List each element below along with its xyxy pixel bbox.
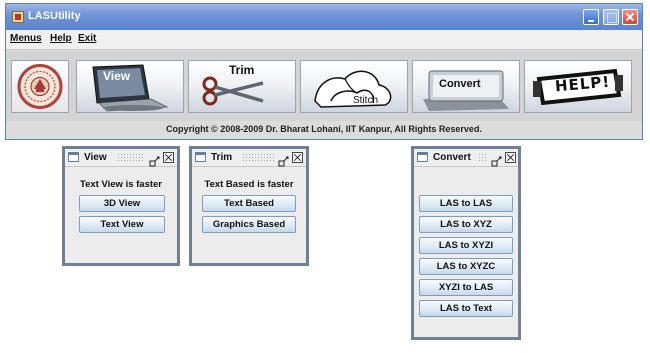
convert-frame-titlebar[interactable]: Convert: [414, 149, 518, 167]
trim-frame-titlebar[interactable]: Trim: [192, 149, 306, 167]
text-view-button[interactable]: Text View: [79, 216, 165, 233]
drag-grip: [242, 153, 276, 162]
frame-close-icon[interactable]: [505, 152, 516, 163]
maximize-button[interactable]: [603, 9, 619, 25]
convert-frame-title: Convert: [433, 152, 471, 163]
menu-exit[interactable]: Exit: [78, 33, 96, 44]
convert-tool-button[interactable]: Convert: [412, 60, 520, 113]
view-frame-info: Text View is faster: [79, 179, 163, 190]
las-to-xyzc-button[interactable]: LAS to XYZC: [419, 258, 513, 275]
menu-menus[interactable]: Menus: [10, 33, 42, 44]
3d-view-button[interactable]: 3D View: [79, 195, 165, 212]
institute-seal-logo: [11, 60, 69, 113]
toolbar: View Trim Stitch Convert HELP!: [6, 51, 642, 121]
help-tool-button[interactable]: HELP!: [524, 60, 632, 113]
title-bar[interactable]: LASUtility: [6, 4, 642, 30]
convert-internal-frame: Convert LAS to LAS LAS to XYZ LAS to XYZ…: [411, 146, 521, 340]
desktop: LASUtility Menus Help Exit View Trim Sti…: [0, 0, 650, 353]
frame-close-icon[interactable]: [292, 152, 303, 163]
frame-icon: [68, 152, 79, 162]
las-to-xyz-button[interactable]: LAS to XYZ: [419, 216, 513, 233]
las-to-las-button[interactable]: LAS to LAS: [419, 195, 513, 212]
trim-frame-info: Text Based is faster: [204, 179, 294, 190]
trim-internal-frame: Trim Text Based is faster Text Based Gra…: [189, 146, 309, 266]
drag-grip: [117, 153, 145, 162]
frame-icon: [195, 152, 206, 162]
close-button[interactable]: [622, 9, 638, 25]
app-icon: [12, 11, 24, 23]
stitch-tool-label: Stitch: [353, 95, 379, 106]
trim-tool-button[interactable]: Trim: [188, 60, 296, 113]
view-tool-label: View: [103, 69, 131, 83]
menu-exit-label: Exit: [78, 33, 97, 44]
menu-help[interactable]: Help: [50, 33, 72, 44]
menu-menus-label: Menus: [10, 33, 42, 44]
menu-bar: Menus Help Exit: [6, 30, 642, 50]
iconify-icon[interactable]: [491, 152, 502, 167]
view-tool-button[interactable]: View: [76, 60, 184, 113]
xyzi-to-las-button[interactable]: XYZI to LAS: [419, 279, 513, 296]
menu-help-label: Help: [50, 33, 72, 44]
copyright-footer: Copyright © 2008-2009 Dr. Bharat Lohani,…: [166, 124, 482, 134]
trim-tool-label: Trim: [229, 63, 255, 77]
iconify-icon[interactable]: [278, 152, 289, 167]
text-based-button[interactable]: Text Based: [202, 195, 296, 212]
frame-close-icon[interactable]: [163, 152, 174, 163]
trim-frame-title: Trim: [211, 152, 233, 163]
minimize-button[interactable]: [583, 9, 599, 25]
las-to-text-button[interactable]: LAS to Text: [419, 300, 513, 317]
main-window: LASUtility Menus Help Exit View Trim Sti…: [5, 3, 643, 140]
graphics-based-button[interactable]: Graphics Based: [202, 216, 296, 233]
view-internal-frame: View Text View is faster 3D View Text Vi…: [62, 146, 180, 266]
window-title: LASUtility: [28, 10, 81, 22]
view-frame-titlebar[interactable]: View: [65, 149, 177, 167]
convert-tool-label: Convert: [439, 78, 481, 90]
view-frame-title: View: [84, 152, 107, 163]
frame-icon: [417, 152, 428, 162]
stitch-tool-button[interactable]: Stitch: [300, 60, 408, 113]
drag-grip: [478, 153, 488, 162]
las-to-xyzi-button[interactable]: LAS to XYZI: [419, 237, 513, 254]
iconify-icon[interactable]: [149, 152, 160, 167]
